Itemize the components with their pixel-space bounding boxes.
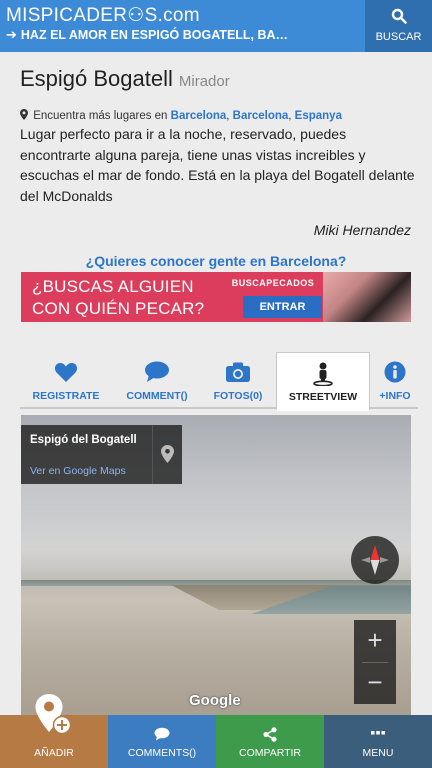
zoom-in-button[interactable]: + bbox=[354, 620, 396, 662]
compass-needle-icon bbox=[361, 545, 389, 575]
zoom-out-button[interactable]: − bbox=[354, 662, 396, 704]
location-link-province[interactable]: Barcelona bbox=[233, 110, 289, 122]
share-label: COMPARTIR bbox=[238, 747, 302, 759]
streetview-info-card: Espigó del Bogatell Ver en Google Maps bbox=[21, 425, 182, 484]
banner-brand: BUSCAPECADOS bbox=[231, 278, 315, 288]
tab-label: COMMENT() bbox=[126, 390, 188, 402]
banner-enter-button[interactable]: ENTRAR bbox=[243, 296, 322, 318]
info-icon bbox=[372, 361, 418, 385]
tab-streetview[interactable]: STREETVIEW bbox=[276, 352, 370, 411]
breadcrumb-prefix: HAZ EL AMOR EN bbox=[20, 28, 132, 42]
google-watermark: Google bbox=[189, 692, 241, 709]
streetview-place-name: Espigó del Bogatell bbox=[30, 434, 137, 446]
search-label: BUSCAR bbox=[375, 31, 422, 43]
menu-button[interactable]: MENU bbox=[324, 715, 432, 768]
place-tabs: REGISTRATE COMMENT() FOTOS(0) STREETVIEW… bbox=[20, 352, 418, 411]
location-link-city[interactable]: Barcelona bbox=[171, 110, 227, 122]
map-marker-icon bbox=[161, 445, 174, 463]
share-button[interactable]: COMPARTIR bbox=[216, 715, 324, 768]
tab-registrate[interactable]: REGISTRATE bbox=[20, 352, 112, 409]
map-pin-icon bbox=[20, 109, 28, 120]
camera-icon bbox=[202, 361, 274, 385]
place-category: Mirador bbox=[178, 73, 230, 90]
tab-label: FOTOS(0) bbox=[213, 390, 263, 402]
banner-line-1: ¿BUSCAS ALGUIEN bbox=[32, 277, 194, 296]
tab-label: +INFO bbox=[379, 390, 411, 402]
map-marker-button[interactable] bbox=[152, 425, 182, 484]
tab-label: STREETVIEW bbox=[288, 391, 358, 403]
meet-people-link[interactable]: ¿Quieres conocer gente en Barcelona? bbox=[0, 253, 432, 269]
top-header: MISPICADER⚇S.com ➔ HAZ EL AMOR EN ESPIGÓ … bbox=[0, 0, 432, 52]
share-icon bbox=[216, 727, 324, 743]
banner-image bbox=[323, 272, 411, 322]
banner-line-2: CON QUIÉN PECAR? bbox=[32, 299, 205, 318]
comment-icon bbox=[112, 361, 202, 385]
place-description: Lugar perfecto para ir a la noche, reser… bbox=[20, 126, 415, 204]
heart-icon bbox=[20, 361, 112, 385]
arrow-right-icon: ➔ bbox=[6, 27, 17, 42]
breadcrumb[interactable]: ➔ HAZ EL AMOR EN ESPIGÓ BOGATELL, BA… bbox=[6, 27, 358, 43]
location-prefix: Encuentra más lugares en bbox=[33, 110, 168, 122]
breadcrumb-place: ESPIGÓ BOGATELL, BA… bbox=[131, 28, 289, 42]
tab-photos[interactable]: FOTOS(0) bbox=[202, 352, 274, 409]
tab-comment[interactable]: COMMENT() bbox=[112, 352, 202, 409]
place-heading: Espigó Bogatell Mirador bbox=[20, 66, 230, 92]
tab-label: REGISTRATE bbox=[32, 390, 100, 402]
compass-control[interactable] bbox=[351, 536, 399, 584]
site-logo[interactable]: MISPICADER⚇S.com bbox=[6, 4, 200, 27]
ad-banner[interactable]: ¿BUSCAS ALGUIEN CON QUIÉN PECAR? BUSCAPE… bbox=[21, 272, 411, 322]
add-location-icon[interactable] bbox=[34, 692, 74, 738]
zoom-control: + − bbox=[354, 620, 396, 704]
google-maps-link[interactable]: Ver en Google Maps bbox=[30, 465, 126, 477]
menu-dots-icon bbox=[324, 727, 432, 743]
place-author: Miki Hernandez bbox=[313, 222, 411, 238]
search-icon bbox=[391, 8, 407, 24]
comment-icon bbox=[108, 727, 216, 743]
search-button[interactable]: BUSCAR bbox=[365, 0, 432, 52]
add-label: AÑADIR bbox=[34, 747, 74, 759]
location-line: Encuentra más lugares en Barcelona, Barc… bbox=[20, 109, 342, 122]
streetview-panorama[interactable]: Espigó del Bogatell Ver en Google Maps +… bbox=[21, 415, 411, 715]
menu-label: MENU bbox=[362, 747, 394, 759]
comments-label: COMMENTS() bbox=[127, 747, 197, 759]
tab-info[interactable]: +INFO bbox=[372, 352, 418, 409]
comments-button[interactable]: COMMENTS() bbox=[108, 715, 216, 768]
place-title: Espigó Bogatell bbox=[20, 66, 173, 91]
location-link-country[interactable]: Espanya bbox=[295, 110, 342, 122]
pegman-icon bbox=[277, 362, 369, 387]
